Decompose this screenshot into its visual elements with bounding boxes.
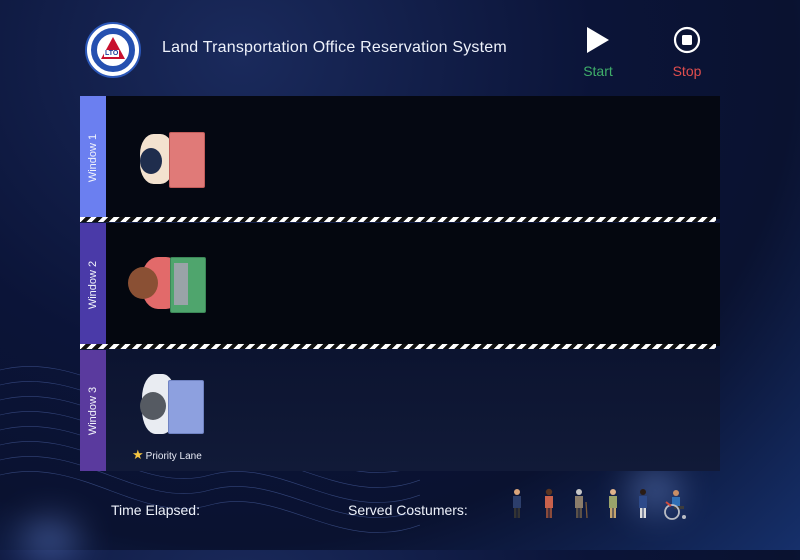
window-1-tab: Window 1 [80,96,106,219]
keyboard [174,263,188,305]
lto-logo: LTO [85,22,141,78]
star-icon: ★ [132,447,144,462]
time-elapsed-label: Time Elapsed: [111,502,200,518]
priority-lane-badge: ★ Priority Lane [132,447,202,463]
window-1-label: Window 1 [87,133,99,182]
stop-icon [673,26,701,54]
lane-divider [80,344,716,349]
window-3-label: Window 3 [87,386,99,435]
wheelchair-user-icon [664,490,686,520]
clerk-1-head [140,148,162,174]
elderly-man-with-cane-icon [575,489,588,519]
lane-divider [80,217,716,222]
lane-window-2: Window 2 [80,223,720,346]
play-icon [587,27,609,53]
lane-window-1: Window 1 [80,96,720,219]
clerk-2-head [128,267,158,299]
background-glow [20,520,80,560]
logo-text: LTO [104,50,120,57]
service-lanes: Window 1 Window 2 Window 3 [80,96,720,471]
woman-with-bag-icon [639,489,647,518]
served-customers-label: Served Costumers: [348,502,468,518]
desk-3 [168,380,204,434]
start-button[interactable]: Start [568,26,628,79]
window-3-tab: Window 3 [80,350,106,471]
stop-label: Stop [672,63,702,79]
window-2-label: Window 2 [87,260,99,309]
clerk-3-head [140,392,166,420]
priority-lane-label: Priority Lane [145,451,202,462]
desk-1 [169,132,205,188]
person-icon [609,489,617,518]
stop-button[interactable]: Stop [657,26,717,79]
start-label: Start [583,63,613,79]
man-in-suit-icon [513,489,521,518]
page-title: Land Transportation Office Reservation S… [162,39,507,56]
woman-icon [545,488,553,518]
window-2-tab: Window 2 [80,223,106,346]
